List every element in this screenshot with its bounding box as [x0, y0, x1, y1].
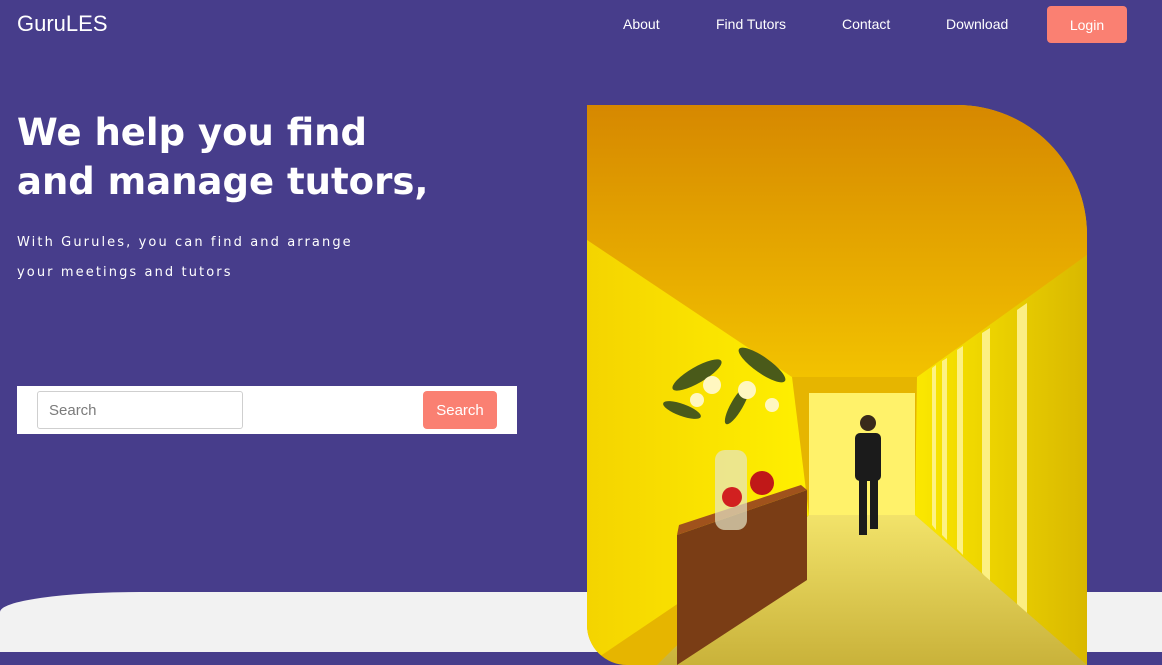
hero-subtitle: With Gurules, you can find and arrange y… — [17, 228, 377, 288]
hero-image — [587, 105, 1087, 665]
hero-subtitle-line-1: With Gurules, you can find and arrange — [17, 235, 353, 250]
nav-contact[interactable]: Contact — [842, 16, 890, 32]
nav-find-tutors[interactable]: Find Tutors — [716, 16, 786, 32]
search-bar: Search — [17, 386, 517, 434]
search-button[interactable]: Search — [423, 391, 497, 429]
brand-logo[interactable]: GuruLES — [17, 11, 108, 37]
nav-about[interactable]: About — [623, 16, 660, 32]
search-input[interactable] — [37, 391, 243, 429]
hero-title-line-2: and manage tutors, — [17, 160, 429, 203]
hero-subtitle-line-2: your meetings and tutors — [17, 265, 233, 280]
login-button[interactable]: Login — [1047, 6, 1127, 43]
nav-download[interactable]: Download — [946, 16, 1008, 32]
hero-title: We help you find and manage tutors, — [17, 108, 437, 206]
hero-title-line-1: We help you find — [17, 111, 367, 154]
